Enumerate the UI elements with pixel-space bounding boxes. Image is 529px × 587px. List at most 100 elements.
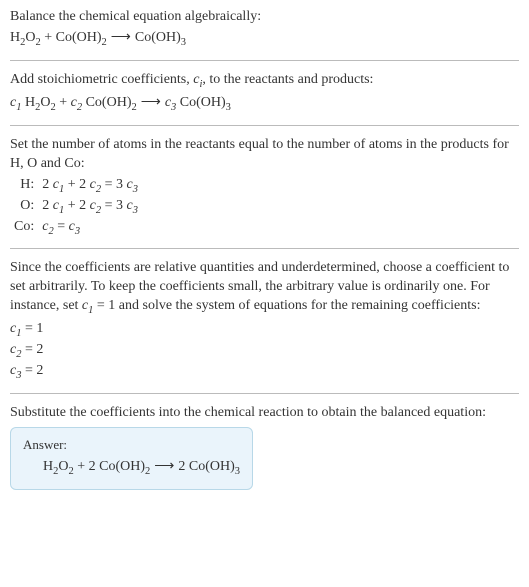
balanced-equation: H2O2 + 2 Co(OH)2⟶2 Co(OH)3 xyxy=(23,458,240,479)
co-eq: = xyxy=(54,219,69,234)
o2: O xyxy=(40,95,50,110)
s3b: 3 xyxy=(226,102,231,113)
solve-section: Since the coefficients are relative quan… xyxy=(10,259,519,383)
coef-2a: 2 xyxy=(89,459,100,474)
c2-s: 2 xyxy=(77,102,82,113)
answer-box: Answer: H2O2 + 2 Co(OH)2⟶2 Co(OH)3 xyxy=(10,427,253,490)
o-e3: = 3 xyxy=(101,198,126,213)
c2vv: = 2 xyxy=(21,342,43,357)
intro-text: Balance the chemical equation algebraica… xyxy=(10,8,519,27)
coef-2b: 2 xyxy=(178,459,189,474)
c3h: c3 xyxy=(126,177,137,192)
cooh3c: Co(OH) xyxy=(189,459,235,474)
c2o: c2 xyxy=(90,198,101,213)
species-cooh3: Co(OH)3 xyxy=(135,30,186,45)
species-h2o2-2: H2O2 xyxy=(25,95,56,110)
species-cooh2-3: Co(OH)2 xyxy=(99,459,150,474)
atom-balance-table: H: 2 c1 + 2 c2 = 3 c3 O: 2 c1 + 2 c2 = 3… xyxy=(10,176,142,239)
cooh2c: Co(OH) xyxy=(99,459,145,474)
c2: c2 xyxy=(71,95,82,110)
species-cooh3-3: Co(OH)3 xyxy=(189,459,240,474)
species-h2o2-3: H2O2 xyxy=(43,459,74,474)
c2v: c2 xyxy=(10,342,21,357)
c3vv: = 2 xyxy=(21,363,43,378)
divider-4 xyxy=(10,393,519,394)
cooh2: Co(OH) xyxy=(56,30,102,45)
stoich-section: Add stoichiometric coefficients, ci, to … xyxy=(10,71,519,115)
h-p2: + 2 xyxy=(64,177,89,192)
c1o: c1 xyxy=(53,198,64,213)
h-e3: = 3 xyxy=(101,177,126,192)
co-label: Co: xyxy=(10,218,38,239)
s3c: 3 xyxy=(235,465,240,476)
c3os: 3 xyxy=(133,204,138,215)
o-2a: 2 xyxy=(42,198,53,213)
divider xyxy=(10,60,519,61)
c1vv: = 1 xyxy=(21,321,43,336)
s2f: 2 xyxy=(131,102,136,113)
divider-2 xyxy=(10,125,519,126)
h-equation: 2 c1 + 2 c2 = 3 c3 xyxy=(38,176,142,197)
c1v: c1 xyxy=(10,321,21,336)
unbalanced-equation: H2O2 + Co(OH)2⟶Co(OH)3 xyxy=(10,29,519,50)
c1h: c1 xyxy=(53,177,64,192)
atoms-section: Set the number of atoms in the reactants… xyxy=(10,136,519,239)
stoich-text: Add stoichiometric coefficients, ci, to … xyxy=(10,71,519,92)
divider-3 xyxy=(10,248,519,249)
sub-3: 3 xyxy=(181,37,186,48)
o: O xyxy=(25,30,35,45)
species-h2o2: H2O2 xyxy=(10,30,41,45)
plus2: + xyxy=(56,95,71,110)
cooh3b: Co(OH) xyxy=(180,95,226,110)
species-cooh3-2: Co(OH)3 xyxy=(180,95,231,110)
arrow-icon-3: ⟶ xyxy=(150,459,178,474)
sub-2c: 2 xyxy=(102,37,107,48)
o-equation: 2 c1 + 2 c2 = 3 c3 xyxy=(38,197,142,218)
c3o: c3 xyxy=(126,198,137,213)
stoich-text-a: Add stoichiometric coefficients, xyxy=(10,72,193,87)
arrow-icon-2: ⟶ xyxy=(137,95,165,110)
c1set: c1 xyxy=(82,298,93,313)
solve-text-b: = 1 and solve the system of equations fo… xyxy=(93,298,480,313)
c3hs: 3 xyxy=(133,183,138,194)
c2h: c2 xyxy=(90,177,101,192)
h2: H xyxy=(25,95,35,110)
c1-s: 1 xyxy=(16,102,21,113)
final-text: Substitute the coefficients into the che… xyxy=(10,404,519,423)
h3: H xyxy=(43,459,53,474)
species-cooh2: Co(OH)2 xyxy=(56,30,107,45)
solve-text: Since the coefficients are relative quan… xyxy=(10,259,519,318)
h-2a: 2 xyxy=(42,177,53,192)
arrow-icon: ⟶ xyxy=(107,30,135,45)
c3cos: 3 xyxy=(75,225,80,236)
table-row: Co: c2 = c3 xyxy=(10,218,142,239)
answer-label: Answer: xyxy=(23,436,240,454)
c2-value: c2 = 2 xyxy=(10,341,519,362)
final-section: Substitute the coefficients into the che… xyxy=(10,404,519,489)
c1-value: c1 = 1 xyxy=(10,320,519,341)
plus: + xyxy=(41,30,56,45)
c3: c3 xyxy=(165,95,176,110)
atoms-text: Set the number of atoms in the reactants… xyxy=(10,136,519,174)
stoich-text-b: , to the reactants and products: xyxy=(202,72,373,87)
co-equation: c2 = c3 xyxy=(38,218,142,239)
o-label: O: xyxy=(10,197,38,218)
plus3: + xyxy=(74,459,89,474)
c3co: c3 xyxy=(69,219,80,234)
table-row: H: 2 c1 + 2 c2 = 3 c3 xyxy=(10,176,142,197)
h-label: H: xyxy=(10,176,38,197)
intro-section: Balance the chemical equation algebraica… xyxy=(10,8,519,50)
o3: O xyxy=(58,459,68,474)
c1: c1 xyxy=(10,95,21,110)
c3-s: 3 xyxy=(171,102,176,113)
cooh3: Co(OH) xyxy=(135,30,181,45)
o-p2: + 2 xyxy=(64,198,89,213)
species-cooh2-2: Co(OH)2 xyxy=(86,95,137,110)
c3-value: c3 = 2 xyxy=(10,362,519,383)
coefficient-values: c1 = 1 c2 = 2 c3 = 2 xyxy=(10,320,519,383)
h: H xyxy=(10,30,20,45)
c2co: c2 xyxy=(42,219,53,234)
coeff-equation: c1 H2O2 + c2 Co(OH)2⟶c3 Co(OH)3 xyxy=(10,94,519,115)
c3v: c3 xyxy=(10,363,21,378)
cooh2b: Co(OH) xyxy=(86,95,132,110)
